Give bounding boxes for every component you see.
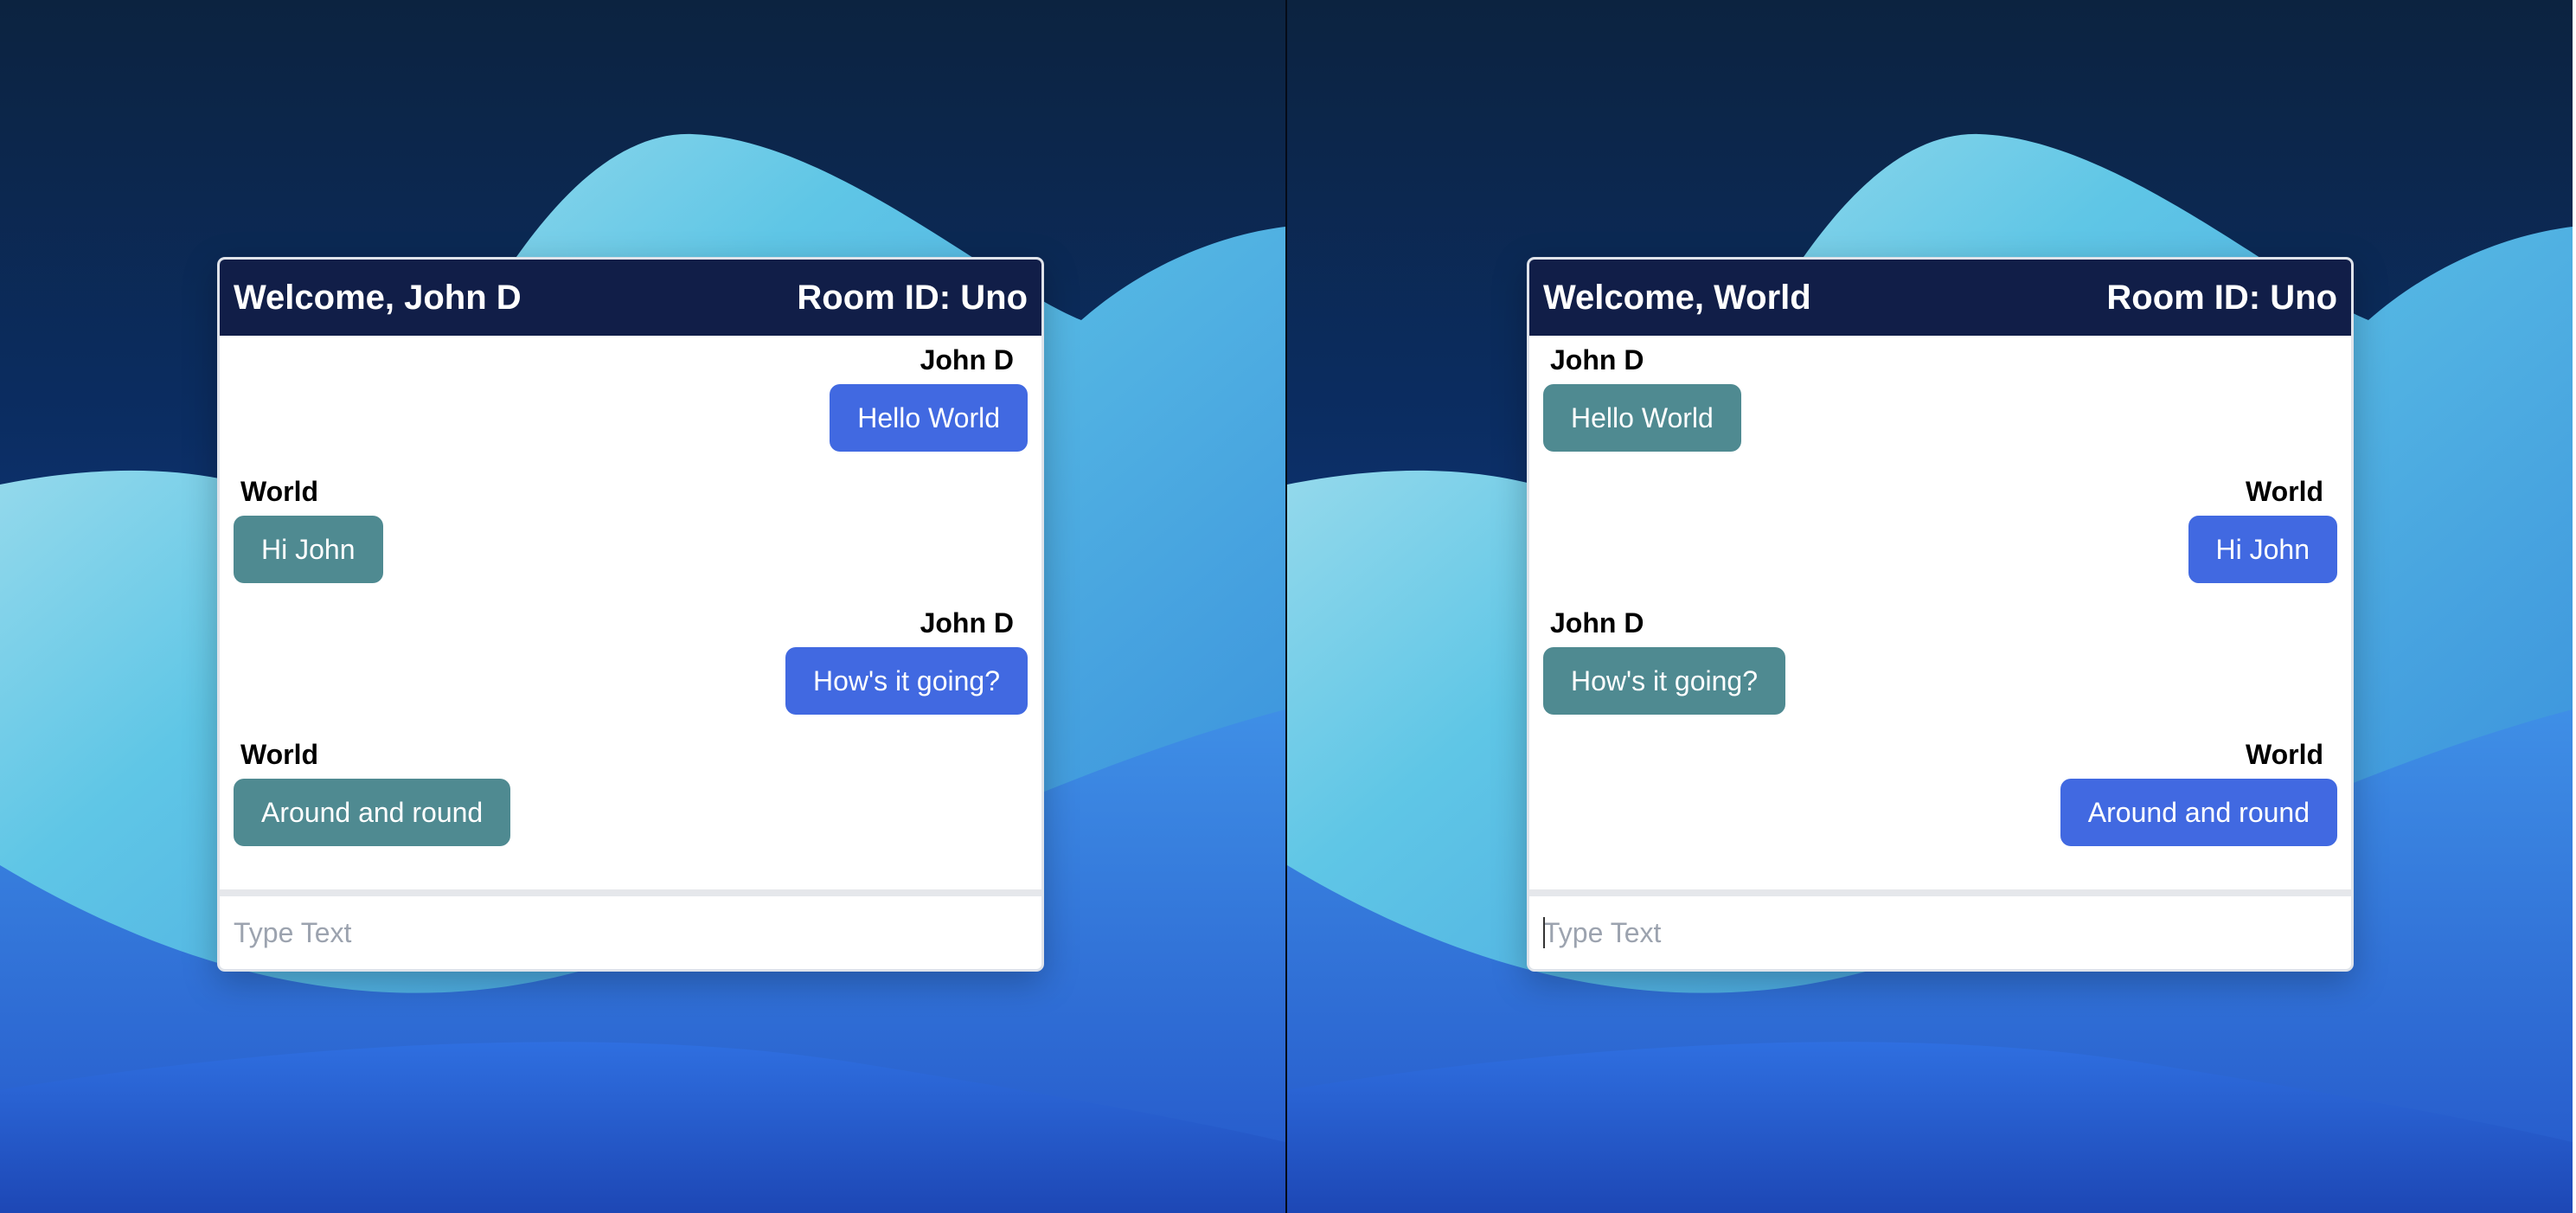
message-bubble: Around and round bbox=[234, 779, 511, 846]
message-item: World Around and round bbox=[234, 730, 1028, 862]
input-divider bbox=[1529, 889, 2351, 896]
room-id: Room ID: Uno bbox=[2106, 278, 2337, 317]
chat-window: Welcome, World Room ID: Uno John D Hello… bbox=[1527, 257, 2354, 972]
message-bubble: Hi John bbox=[2188, 516, 2337, 583]
message-item: John D Hello World bbox=[1543, 336, 2337, 467]
input-row bbox=[220, 896, 1041, 969]
welcome-title: Welcome, World bbox=[1543, 278, 1811, 317]
message-item: World Around and round bbox=[1543, 730, 2337, 862]
message-item: World Hi John bbox=[1543, 467, 2337, 599]
message-list: John D Hello World World Hi John John D … bbox=[1529, 336, 2351, 889]
chat-window: Welcome, John D Room ID: Uno John D Hell… bbox=[217, 257, 1044, 972]
message-bubble: Hello World bbox=[830, 384, 1028, 452]
input-wrapper bbox=[1543, 916, 2337, 949]
message-sender: World bbox=[2245, 739, 2323, 770]
message-sender: John D bbox=[920, 607, 1014, 639]
input-divider bbox=[220, 889, 1041, 896]
right-screen: Welcome, World Room ID: Uno John D Hello… bbox=[1287, 0, 2573, 1213]
text-caret bbox=[1543, 917, 1545, 948]
message-item: John D How's it going? bbox=[234, 599, 1028, 730]
message-sender: World bbox=[2245, 476, 2323, 507]
message-sender: World bbox=[240, 476, 319, 507]
room-id: Room ID: Uno bbox=[797, 278, 1028, 317]
chat-header: Welcome, John D Room ID: Uno bbox=[220, 260, 1041, 336]
message-bubble: How's it going? bbox=[785, 647, 1028, 715]
message-item: John D How's it going? bbox=[1543, 599, 2337, 730]
message-item: John D Hello World bbox=[234, 336, 1028, 467]
message-bubble: Hello World bbox=[1543, 384, 1741, 452]
message-sender: World bbox=[240, 739, 319, 770]
welcome-title: Welcome, John D bbox=[234, 278, 522, 317]
message-sender: John D bbox=[1550, 607, 1644, 639]
message-input[interactable] bbox=[234, 916, 1028, 949]
input-row bbox=[1529, 896, 2351, 969]
left-screen: Welcome, John D Room ID: Uno John D Hell… bbox=[0, 0, 1285, 1213]
message-list: John D Hello World World Hi John John D … bbox=[220, 336, 1041, 889]
message-bubble: Hi John bbox=[234, 516, 383, 583]
chat-header: Welcome, World Room ID: Uno bbox=[1529, 260, 2351, 336]
message-sender: John D bbox=[920, 344, 1014, 375]
message-input[interactable] bbox=[1543, 916, 2337, 949]
message-sender: John D bbox=[1550, 344, 1644, 375]
message-bubble: How's it going? bbox=[1543, 647, 1785, 715]
message-bubble: Around and round bbox=[2060, 779, 2337, 846]
message-item: World Hi John bbox=[234, 467, 1028, 599]
